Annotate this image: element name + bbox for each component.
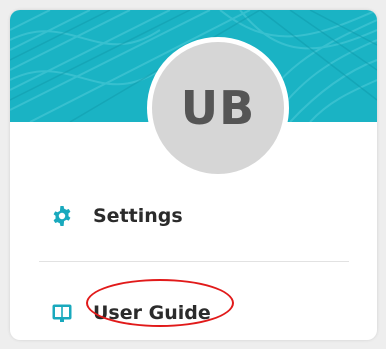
avatar[interactable]: UB xyxy=(147,37,289,179)
menu-divider xyxy=(39,261,349,262)
menu-item-label: Settings xyxy=(93,205,183,227)
menu-item-settings[interactable]: Settings xyxy=(10,188,377,244)
menu-item-label: User Guide xyxy=(93,302,211,324)
book-icon xyxy=(51,302,73,324)
profile-menu-card: UB Settings User Guide xyxy=(10,10,377,340)
gear-icon xyxy=(51,205,73,227)
avatar-initials: UB xyxy=(180,81,256,135)
menu-item-user-guide[interactable]: User Guide xyxy=(10,285,377,340)
